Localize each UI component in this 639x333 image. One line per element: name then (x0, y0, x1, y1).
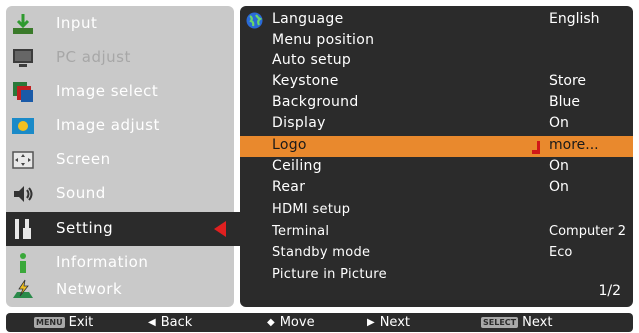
row-terminal[interactable]: Terminal Computer 2 (240, 222, 633, 243)
menu-item-label: Network (56, 280, 123, 298)
row-label: Rear (272, 179, 306, 195)
setting-submenu: Language English Menu position Auto setu… (240, 6, 633, 307)
row-logo[interactable]: Logo more... (240, 136, 633, 157)
menu-key-icon: MENU (34, 317, 65, 328)
row-value: English (549, 11, 600, 27)
image-adjust-icon (10, 113, 36, 139)
menu-item-label: Image select (56, 82, 159, 100)
sound-icon (10, 181, 36, 207)
menu-item-label: PC adjust (56, 48, 131, 66)
menu-item-label: Sound (56, 184, 106, 202)
row-value: Computer 2 (549, 224, 627, 239)
select-next-label: Next (522, 315, 553, 330)
page-indicator: 1/2 (598, 283, 621, 299)
menu-item-image-select[interactable]: Image select (6, 75, 234, 109)
menu-item-label: Image adjust (56, 116, 160, 134)
menu-item-setting[interactable]: Setting (6, 212, 234, 246)
row-label: Picture in Picture (272, 267, 387, 282)
row-background[interactable]: Background Blue (240, 93, 633, 114)
row-auto-setup[interactable]: Auto setup (240, 51, 633, 72)
row-standby-mode[interactable]: Standby mode Eco (240, 243, 633, 264)
row-label: Keystone (272, 73, 339, 89)
row-label: Display (272, 115, 326, 131)
exit-hint: MENU Exit (34, 314, 93, 331)
menu-item-image-adjust[interactable]: Image adjust (6, 109, 234, 143)
row-label: HDMI setup (272, 202, 351, 217)
lock-icon (532, 140, 542, 154)
row-label: Auto setup (272, 52, 352, 68)
row-rear[interactable]: Rear On (240, 178, 633, 199)
back-hint: ◀ Back (148, 314, 192, 331)
help-bar: MENU Exit ◀ Back ◆ Move ▶ Next SELECT Ne… (6, 313, 633, 332)
setting-icon (10, 216, 36, 242)
move-label: Move (279, 315, 315, 330)
input-icon (10, 11, 36, 37)
next-label: Next (379, 315, 410, 330)
left-arrow-icon: ◀ (148, 317, 156, 328)
menu-item-pc-adjust[interactable]: PC adjust (6, 41, 234, 75)
row-value: Eco (549, 245, 573, 260)
row-value: On (549, 179, 569, 195)
row-picture-in-picture[interactable]: Picture in Picture (240, 265, 633, 286)
menu-item-label: Screen (56, 150, 111, 168)
select-next-hint: SELECT Next (481, 314, 552, 331)
menu-item-input[interactable]: Input (6, 7, 234, 41)
main-menu: Input PC adjust Image select Image adjus… (6, 6, 234, 307)
up-down-arrow-icon: ◆ (267, 317, 275, 328)
move-hint: ◆ Move (267, 314, 315, 331)
menu-item-network[interactable]: Network (6, 273, 234, 307)
row-value: On (549, 158, 569, 174)
row-hdmi-setup[interactable]: HDMI setup (240, 200, 633, 221)
active-tab-connector (228, 212, 240, 246)
image-select-icon (10, 79, 36, 105)
row-menu-position[interactable]: Menu position (240, 31, 633, 52)
selection-pointer-icon (214, 221, 226, 237)
right-arrow-icon: ▶ (367, 317, 375, 328)
row-label: Background (272, 94, 359, 110)
row-value: On (549, 115, 569, 131)
row-ceiling[interactable]: Ceiling On (240, 157, 633, 178)
menu-item-label: Input (56, 14, 98, 32)
next-hint: ▶ Next (367, 314, 410, 331)
row-label: Terminal (272, 224, 330, 239)
pc-adjust-icon (10, 45, 36, 71)
row-keystone[interactable]: Keystone Store (240, 72, 633, 93)
row-value: Blue (549, 94, 580, 110)
globe-icon (246, 12, 263, 33)
menu-item-screen[interactable]: Screen (6, 143, 234, 177)
row-value: Store (549, 73, 587, 89)
menu-item-sound[interactable]: Sound (6, 177, 234, 211)
row-label: Ceiling (272, 158, 322, 174)
menu-item-label: Information (56, 253, 149, 271)
row-label: Language (272, 11, 344, 27)
network-icon (10, 277, 36, 303)
back-label: Back (160, 315, 193, 330)
row-label: Menu position (272, 32, 375, 48)
row-language[interactable]: Language English (240, 10, 633, 31)
row-label: Logo (272, 137, 307, 153)
menu-item-label: Setting (56, 219, 114, 237)
select-key-icon: SELECT (481, 317, 519, 328)
screen-icon (10, 147, 36, 173)
row-value: more... (549, 137, 599, 153)
exit-label: Exit (68, 315, 94, 330)
row-display[interactable]: Display On (240, 114, 633, 135)
row-label: Standby mode (272, 245, 371, 260)
